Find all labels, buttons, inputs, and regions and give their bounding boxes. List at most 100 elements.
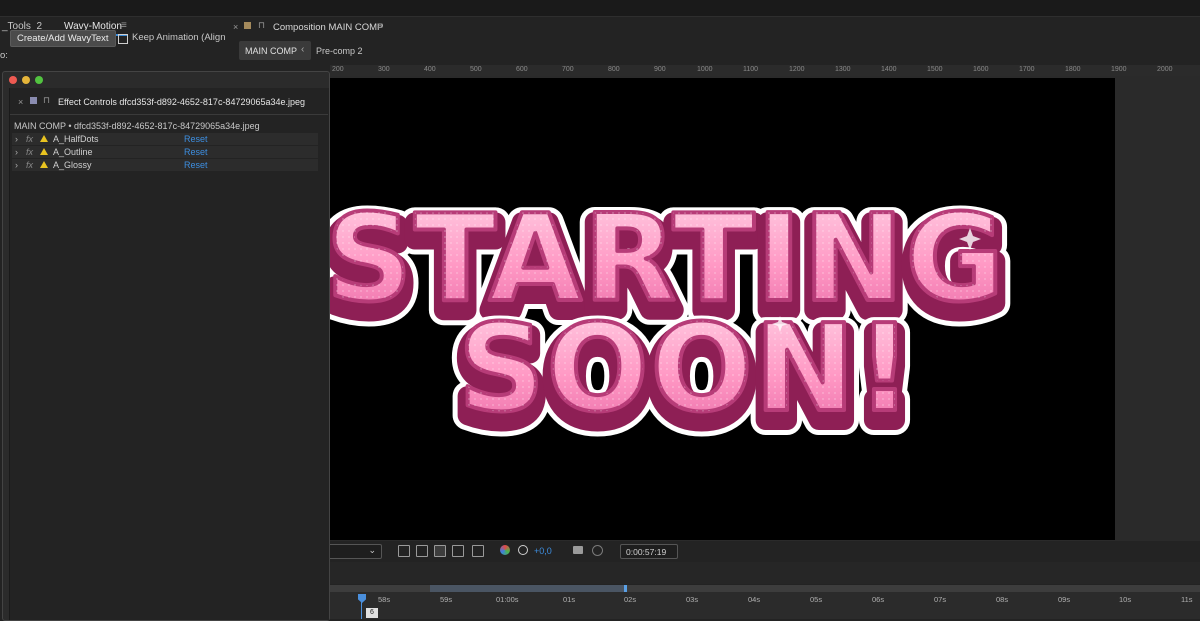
ruler-label: 1200: [789, 66, 805, 73]
time-label: 09s: [1058, 595, 1071, 604]
ruler-label: 200: [332, 66, 344, 73]
tab-main-comp[interactable]: MAIN COMP ‹: [239, 41, 311, 60]
partial-label: o:: [0, 50, 8, 61]
composition-title[interactable]: Composition MAIN COMP: [273, 22, 383, 33]
expand-chevron-icon[interactable]: ›: [15, 133, 18, 145]
time-label: 07s: [934, 595, 947, 604]
region-of-interest-icon[interactable]: [416, 545, 428, 557]
time-label: 11s: [1181, 595, 1193, 604]
exposure-value[interactable]: +0,0: [534, 546, 552, 556]
toggle-mask-visibility-icon[interactable]: [434, 545, 446, 557]
camera-snapshot-icon[interactable]: [573, 546, 583, 554]
ruler-label: 300: [378, 66, 390, 73]
expand-chevron-icon[interactable]: ›: [15, 159, 18, 171]
time-label: 02s: [624, 595, 637, 604]
current-time-field[interactable]: 0:00:57:19: [620, 544, 678, 559]
lock-icon[interactable]: ⊓: [258, 20, 265, 31]
time-label: 03s: [686, 595, 699, 604]
time-label: 01:00s: [496, 595, 519, 604]
effect-row-halfdots[interactable]: › fx A_HalfDots Reset: [12, 133, 318, 146]
time-label: 05s: [810, 595, 823, 604]
window-close-icon[interactable]: [9, 76, 17, 84]
ruler-label: 1400: [881, 66, 897, 73]
effect-controls-subtitle: MAIN COMP • dfcd353f-d892-4652-817c-8472…: [14, 121, 260, 131]
ruler-label: 1800: [1065, 66, 1081, 73]
reset-link[interactable]: Reset: [184, 146, 208, 158]
reset-link[interactable]: Reset: [184, 133, 208, 145]
keep-animation-checkbox[interactable]: [118, 34, 128, 44]
effect-name: A_HalfDots: [53, 134, 99, 144]
effect-name: A_Outline: [53, 147, 93, 157]
show-snapshot-icon[interactable]: [592, 545, 603, 556]
warning-icon: [40, 161, 48, 168]
effect-controls-panel: × ⊓ Effect Controls dfcd353f-d892-4652-8…: [9, 88, 329, 620]
ruler-label: 800: [608, 66, 620, 73]
tab-main-comp-label: MAIN COMP: [245, 46, 298, 56]
timeline-panel: [228, 562, 1200, 584]
chevron-left-icon[interactable]: ‹: [301, 44, 304, 55]
expand-chevron-icon[interactable]: ›: [15, 146, 18, 158]
composition-viewer[interactable]: STARTING STARTING STARTING STARTING SOON…: [328, 78, 1115, 540]
ruler-label: 700: [562, 66, 574, 73]
3d-view-icon[interactable]: [472, 545, 484, 557]
playhead-frame-badge: 6: [366, 608, 378, 618]
window-minimize-icon[interactable]: [22, 76, 30, 84]
fx-icon[interactable]: fx: [26, 159, 33, 171]
transparency-grid-icon[interactable]: [398, 545, 410, 557]
work-area-end-marker[interactable]: [624, 585, 627, 592]
fx-icon[interactable]: fx: [26, 133, 33, 145]
effect-row-outline[interactable]: › fx A_Outline Reset: [12, 146, 318, 159]
window-zoom-icon[interactable]: [35, 76, 43, 84]
ruler-label: 1000: [697, 66, 713, 73]
chevron-down-icon: ⌄: [368, 545, 376, 555]
time-label: 08s: [996, 595, 1009, 604]
guides-icon[interactable]: [452, 545, 464, 557]
exposure-reset-icon[interactable]: [518, 545, 528, 555]
work-area-bar[interactable]: [330, 585, 1200, 592]
time-ruler[interactable]: 58s 59s 01:00s 01s 02s 03s 04s 05s 06s 0…: [330, 592, 1200, 619]
composition-menu-icon[interactable]: ≡: [377, 21, 383, 32]
headline-line2-dots: SOON!: [458, 300, 914, 439]
ruler-label: 500: [470, 66, 482, 73]
close-icon[interactable]: ×: [233, 22, 238, 32]
ruler-label: 1300: [835, 66, 851, 73]
ruler-label: 1600: [973, 66, 989, 73]
timecode: 0:00:57:19: [626, 547, 667, 557]
tab-pre-comp-2[interactable]: Pre-comp 2: [316, 46, 363, 56]
close-icon[interactable]: ×: [18, 97, 23, 107]
work-area-range[interactable]: [430, 585, 626, 592]
effect-row-glossy[interactable]: › fx A_Glossy Reset: [12, 159, 318, 172]
time-label: 06s: [872, 595, 885, 604]
playhead-line: [361, 602, 362, 619]
panel-color-icon: [30, 97, 37, 104]
time-label: 58s: [378, 595, 391, 604]
ruler-label: 1500: [927, 66, 943, 73]
composition-panel-header: × ⊓ Composition MAIN COMP ≡: [227, 17, 1200, 37]
time-label: 01s: [563, 595, 576, 604]
ruler-label: 400: [424, 66, 436, 73]
color-channels-icon[interactable]: [500, 545, 510, 555]
starting-soon-artwork: STARTING STARTING STARTING STARTING SOON…: [328, 185, 1019, 464]
fx-icon[interactable]: fx: [26, 146, 33, 158]
ruler-label: 2000: [1157, 66, 1173, 73]
effect-controls-title[interactable]: Effect Controls dfcd353f-d892-4652-817c-…: [58, 97, 305, 107]
ruler-label: 1900: [1111, 66, 1127, 73]
reset-link[interactable]: Reset: [184, 159, 208, 171]
time-label: 59s: [440, 595, 453, 604]
ruler-label: 1700: [1019, 66, 1035, 73]
lock-icon[interactable]: ⊓: [43, 95, 50, 106]
create-add-wavytext-button[interactable]: Create/Add WavyText: [10, 30, 116, 47]
ruler-label: 600: [516, 66, 528, 73]
divider: [10, 114, 328, 115]
time-label: 04s: [748, 595, 761, 604]
playhead-marker[interactable]: [358, 594, 366, 603]
effect-controls-window[interactable]: × ⊓ Effect Controls dfcd353f-d892-4652-8…: [2, 71, 330, 621]
panel-menu-icon[interactable]: ≡: [121, 20, 127, 31]
warning-icon: [40, 148, 48, 155]
keep-animation-label: Keep Animation (Align: [132, 32, 226, 43]
composition-tab-bar: MAIN COMP ‹ Pre-comp 2: [227, 38, 1200, 64]
time-label: 10s: [1119, 595, 1132, 604]
ruler-label: 1100: [743, 66, 759, 73]
ruler-label: 900: [654, 66, 666, 73]
effect-name: A_Glossy: [53, 160, 92, 170]
